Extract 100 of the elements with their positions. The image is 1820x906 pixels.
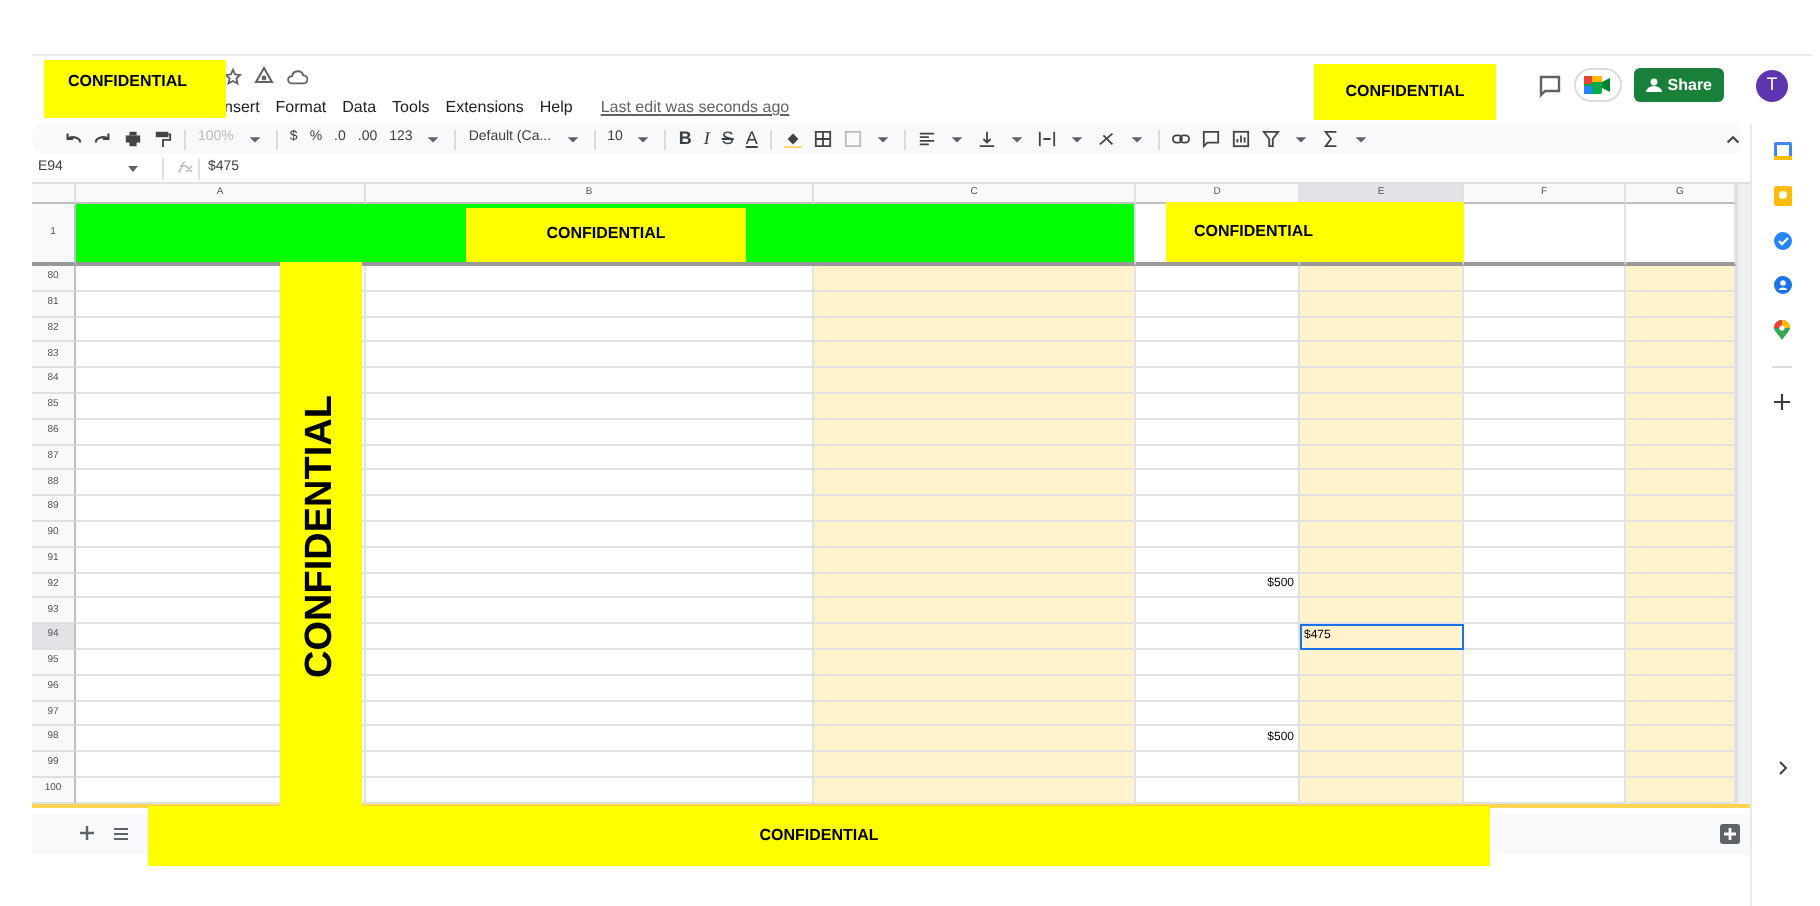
sheet-cell[interactable] xyxy=(1300,266,1464,292)
sheet-cell[interactable] xyxy=(366,573,814,599)
sheet-cell[interactable] xyxy=(1300,470,1464,497)
sheet-cell[interactable] xyxy=(1300,496,1464,522)
sheet-cell[interactable] xyxy=(1464,266,1626,292)
add-sheet-icon[interactable] xyxy=(80,826,94,841)
sheet-cell[interactable] xyxy=(1464,496,1626,522)
sheet-cell[interactable] xyxy=(1626,419,1736,446)
sheet-cell[interactable] xyxy=(366,368,814,394)
sheet-cell[interactable] xyxy=(1464,624,1626,650)
last-edit-link[interactable]: Last edit was seconds ago xyxy=(600,96,790,120)
sheet-cell[interactable] xyxy=(814,317,1136,343)
sheet-cell[interactable] xyxy=(1626,624,1736,650)
maps-icon[interactable] xyxy=(1774,320,1790,340)
sheet-cell[interactable] xyxy=(814,624,1136,650)
vertical-scrollbar[interactable] xyxy=(1736,184,1750,804)
sheet-cell[interactable] xyxy=(366,266,814,292)
print-icon[interactable] xyxy=(124,130,142,148)
sheet-cell[interactable] xyxy=(814,445,1136,471)
sheet-cell[interactable] xyxy=(366,496,814,522)
sheet-cell[interactable] xyxy=(1626,496,1736,522)
sheet-cell[interactable] xyxy=(1464,649,1626,676)
sheet-cell[interactable] xyxy=(1464,317,1626,343)
sheet-cell[interactable] xyxy=(366,547,814,574)
chart-icon[interactable] xyxy=(1231,130,1250,148)
add-icon[interactable] xyxy=(1774,394,1790,410)
fill-color-icon[interactable] xyxy=(783,130,802,148)
filter-icon[interactable] xyxy=(1261,130,1280,148)
menu-item[interactable]: Help xyxy=(539,96,573,120)
caret-icon[interactable] xyxy=(128,165,138,173)
sheet-cell[interactable] xyxy=(366,470,814,497)
sheet-cell[interactable] xyxy=(1464,777,1626,804)
sheet-cell[interactable] xyxy=(1626,521,1736,548)
menu-item[interactable]: Data xyxy=(342,96,377,120)
link-icon[interactable] xyxy=(1171,130,1190,148)
select-all-corner[interactable] xyxy=(32,184,76,204)
sheet-cell[interactable] xyxy=(814,547,1136,574)
vertical-align-icon[interactable] xyxy=(977,130,996,148)
sum-icon[interactable] xyxy=(1321,130,1340,148)
sheet-cell[interactable] xyxy=(1136,445,1300,471)
sheet-cell[interactable] xyxy=(1464,445,1626,471)
sheet-cell[interactable] xyxy=(1464,342,1626,369)
sheet-cell[interactable] xyxy=(1626,368,1736,394)
menu-item[interactable]: Extensions xyxy=(445,96,524,120)
sheet-cell[interactable] xyxy=(366,317,814,343)
collapse-icon[interactable] xyxy=(1724,130,1742,148)
menu-icon[interactable] xyxy=(114,827,128,840)
sheet-cell[interactable] xyxy=(1626,266,1736,292)
star-icon[interactable] xyxy=(224,67,242,85)
borders-icon[interactable] xyxy=(813,130,832,148)
sheet-cell[interactable] xyxy=(1300,573,1464,599)
sheet-cell[interactable] xyxy=(1300,393,1464,420)
sheet-cell[interactable] xyxy=(1626,598,1736,625)
sheet-cell[interactable] xyxy=(1300,342,1464,369)
sheet-cell[interactable] xyxy=(1626,547,1736,574)
italic-button[interactable]: I xyxy=(703,125,710,153)
sheet-cell[interactable] xyxy=(366,445,814,471)
explore-icon[interactable] xyxy=(1720,823,1740,844)
sheet-cell[interactable] xyxy=(814,777,1136,804)
sheet-cell[interactable] xyxy=(1464,573,1626,599)
sheet-cell[interactable] xyxy=(1300,777,1464,804)
sheet-cell[interactable] xyxy=(1136,649,1300,676)
menu-item[interactable]: Tools xyxy=(392,96,430,120)
sheet-cell[interactable] xyxy=(814,573,1136,599)
sheet-cell[interactable] xyxy=(1626,470,1736,497)
menu-item[interactable]: Format xyxy=(275,96,327,120)
sheet-cell[interactable] xyxy=(814,675,1136,702)
sheet-cell[interactable] xyxy=(814,726,1136,753)
redo-icon[interactable] xyxy=(94,130,112,148)
sheet-cell[interactable] xyxy=(814,342,1136,369)
expand-icon[interactable] xyxy=(1777,760,1787,776)
sheet-cell[interactable] xyxy=(1300,445,1464,471)
tasks-icon[interactable] xyxy=(1773,232,1791,250)
sheet-cell[interactable] xyxy=(1136,752,1300,778)
sheet-cell[interactable] xyxy=(366,521,814,548)
sheet-cell[interactable] xyxy=(1300,291,1464,318)
share-button[interactable]: Share xyxy=(1633,68,1724,102)
sheet-cell[interactable] xyxy=(814,649,1136,676)
sheet-cell[interactable] xyxy=(1626,393,1736,420)
sheet-cell[interactable] xyxy=(1464,291,1626,318)
sheet-cell[interactable] xyxy=(1136,470,1300,497)
sheet-cell[interactable] xyxy=(1136,291,1300,318)
comment-icon[interactable] xyxy=(1201,130,1220,148)
sheet-cell[interactable] xyxy=(1300,521,1464,548)
sheet-cell[interactable] xyxy=(1300,317,1464,343)
sheet-cell[interactable] xyxy=(366,752,814,778)
sheet-cell[interactable] xyxy=(814,496,1136,522)
merge-icon[interactable] xyxy=(843,130,862,148)
sheet-cell[interactable] xyxy=(366,726,814,753)
sheet-cell[interactable] xyxy=(814,266,1136,292)
text-color-button[interactable]: A xyxy=(745,125,758,153)
sheet-cell[interactable] xyxy=(366,649,814,676)
sheet-cell[interactable] xyxy=(1300,368,1464,394)
keep-icon[interactable] xyxy=(1773,186,1791,206)
sheet-cell[interactable] xyxy=(1136,624,1300,650)
sheet-cell[interactable] xyxy=(1464,521,1626,548)
sheet-cell[interactable] xyxy=(1626,573,1736,599)
sheet-cell[interactable] xyxy=(1300,675,1464,702)
sheet-cell[interactable] xyxy=(1136,342,1300,369)
sheet-cell[interactable] xyxy=(1626,777,1736,804)
